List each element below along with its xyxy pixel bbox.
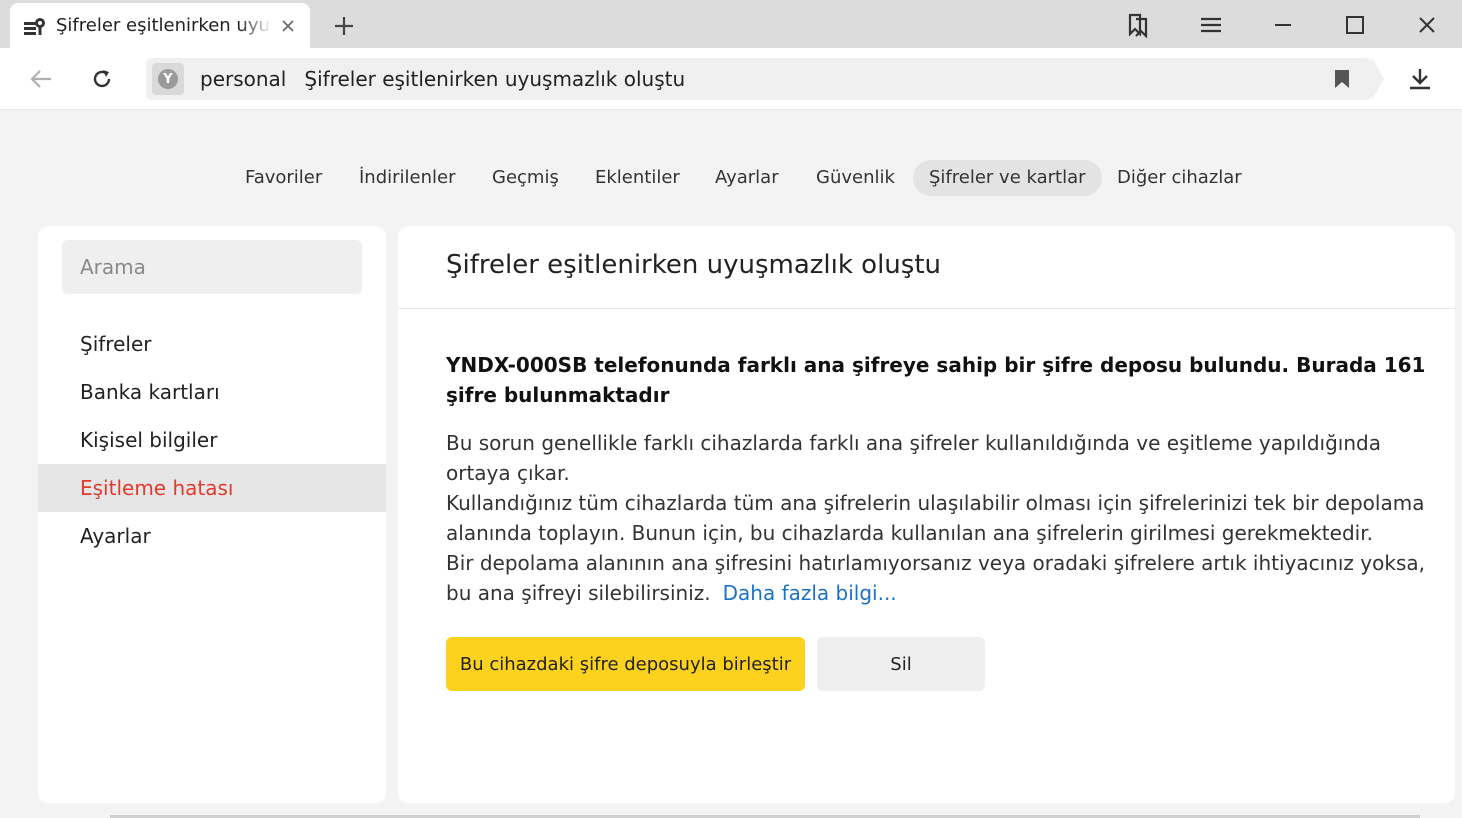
divider — [398, 308, 1455, 309]
sidebar-item-settings[interactable]: Ayarlar — [38, 512, 386, 560]
description-paragraph-3-text: Bir depolama alanının ana şifresini hatı… — [446, 551, 1425, 605]
sidebar-item-personal-info[interactable]: Kişisel bilgiler — [38, 416, 386, 464]
sidebar-item-sync-error[interactable]: Eşitleme hatası — [38, 464, 386, 512]
sidebar-item-bank-cards[interactable]: Banka kartları — [38, 368, 386, 416]
bookmark-icon[interactable] — [1332, 69, 1352, 89]
delete-button[interactable]: Sil — [817, 637, 985, 691]
hamburger-menu-icon[interactable] — [1194, 8, 1228, 42]
description-text: Bu sorun genellikle farklı cihazlarda fa… — [446, 428, 1436, 608]
sidebar: Şifreler Banka kartları Kişisel bilgiler… — [38, 226, 386, 803]
back-arrow-icon[interactable] — [23, 61, 59, 97]
tab-title: Şifreler eşitlenirken uyuşmazlık oluştu — [56, 15, 272, 36]
nav-downloads[interactable]: İndirilenler — [343, 160, 472, 196]
main-panel: Şifreler eşitlenirken uyuşmazlık oluştu … — [398, 226, 1455, 803]
key-icon — [24, 15, 46, 37]
yandex-logo-icon: Y — [158, 69, 178, 89]
address-bar[interactable]: Y personal Şifreler eşitlenirken uyuşmaz… — [146, 58, 1384, 100]
learn-more-link[interactable]: Daha fazla bilgi... — [723, 581, 897, 605]
browser-toolbar: Y personal Şifreler eşitlenirken uyuşmaz… — [0, 48, 1462, 110]
nav-passwords-and-cards[interactable]: Şifreler ve kartlar — [913, 160, 1102, 196]
tab-close-icon[interactable] — [278, 16, 298, 36]
nav-extensions[interactable]: Eklentiler — [579, 160, 696, 196]
section-nav: Favoriler İndirilenler Geçmiş Eklentiler… — [0, 160, 1462, 198]
nav-other-devices[interactable]: Diğer cihazlar — [1101, 160, 1258, 196]
maximize-icon[interactable] — [1338, 8, 1372, 42]
browser-tab[interactable]: Şifreler eşitlenirken uyuşmazlık oluştu — [10, 3, 310, 48]
close-icon[interactable] — [1410, 8, 1444, 42]
description-paragraph-3: Bir depolama alanının ana şifresini hatı… — [446, 548, 1436, 608]
merge-storage-button[interactable]: Bu cihazdaki şifre deposuyla birleştir — [446, 637, 805, 691]
download-icon[interactable] — [1402, 61, 1438, 97]
page-title: Şifreler eşitlenirken uyuşmazlık oluştu — [446, 250, 942, 280]
nav-favorites[interactable]: Favoriler — [229, 160, 338, 196]
reload-icon[interactable] — [84, 61, 120, 97]
plus-icon[interactable] — [328, 10, 360, 42]
description-paragraph-1: Bu sorun genellikle farklı cihazlarda fa… — [446, 431, 1381, 485]
nav-settings[interactable]: Ayarlar — [699, 160, 795, 196]
sidebar-item-passwords[interactable]: Şifreler — [38, 320, 386, 368]
conflict-headline: YNDX-000SB telefonunda farklı ana şifrey… — [446, 353, 1426, 407]
search-input[interactable] — [62, 240, 362, 294]
minimize-icon[interactable] — [1266, 8, 1300, 42]
tab-strip: Şifreler eşitlenirken uyuşmazlık oluştu — [0, 0, 1462, 48]
nav-history[interactable]: Geçmiş — [476, 160, 575, 196]
bookmarks-collection-icon[interactable] — [1121, 8, 1155, 42]
description-paragraph-2: Kullandığınız tüm cihazlarda tüm ana şif… — [446, 491, 1425, 545]
site-info-icon[interactable]: Y — [152, 63, 184, 95]
address-page-title: Şifreler eşitlenirken uyuşmazlık oluştu — [304, 67, 686, 91]
address-host: personal — [200, 67, 287, 91]
nav-security[interactable]: Güvenlik — [800, 160, 911, 196]
